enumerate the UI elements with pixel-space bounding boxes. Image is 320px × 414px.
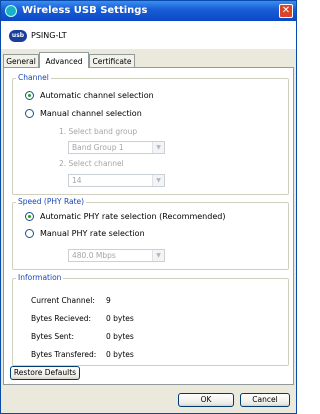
tab-advanced[interactable]: Advanced xyxy=(39,52,89,68)
title-bar[interactable]: Wireless USB Settings ✕ xyxy=(1,1,296,21)
chevron-down-icon: ▼ xyxy=(152,175,164,186)
band-group-dropdown[interactable]: Band Group 1 ▼ xyxy=(68,141,165,154)
info-value: 9 xyxy=(106,296,111,305)
manual-channel-radio[interactable]: Manual channel selection xyxy=(25,109,142,118)
info-value: 0 bytes xyxy=(106,332,134,341)
radio-unselected-icon xyxy=(25,109,34,118)
tab-general[interactable]: General xyxy=(3,54,39,67)
info-value: 0 bytes xyxy=(106,314,134,323)
info-key: Bytes Sent: xyxy=(31,332,75,341)
window-title: Wireless USB Settings xyxy=(22,5,148,16)
chevron-down-icon: ▼ xyxy=(152,142,164,153)
info-key: Current Channel: xyxy=(31,296,95,305)
auto-channel-label: Automatic channel selection xyxy=(40,91,154,100)
channel-select-label: 2. Select channel xyxy=(59,159,124,168)
radio-unselected-icon xyxy=(25,229,34,238)
band-group-value: Band Group 1 xyxy=(72,143,124,152)
information-group: Information Current Channel: 9 Bytes Rec… xyxy=(12,273,289,366)
info-value: 0 bytes xyxy=(106,350,134,359)
manual-phy-rate-label: Manual PHY rate selection xyxy=(40,229,145,238)
dialog-footer: OK Cancel xyxy=(1,385,296,413)
auto-phy-rate-label: Automatic PHY rate selection (Recommende… xyxy=(40,212,226,221)
channel-group: Channel Automatic channel selection Manu… xyxy=(12,73,289,195)
speed-group: Speed (PHY Rate) Automatic PHY rate sele… xyxy=(12,197,289,270)
close-icon[interactable]: ✕ xyxy=(279,4,293,18)
manual-channel-label: Manual channel selection xyxy=(40,109,142,118)
info-row-current-channel: Current Channel: 9 xyxy=(31,296,111,305)
info-row-bytes-transferred: Bytes Transfered: 0 bytes xyxy=(31,350,134,359)
wireless-usb-icon xyxy=(5,5,17,17)
manual-phy-rate-radio[interactable]: Manual PHY rate selection xyxy=(25,229,145,238)
phy-rate-value: 480.0 Mbps xyxy=(72,251,116,260)
information-group-label: Information xyxy=(16,273,64,282)
info-row-bytes-sent: Bytes Sent: 0 bytes xyxy=(31,332,134,341)
usb-logo-icon: usb xyxy=(9,30,27,42)
channel-group-label: Channel xyxy=(16,73,51,82)
speed-group-label: Speed (PHY Rate) xyxy=(16,197,87,206)
restore-defaults-button[interactable]: Restore Defaults xyxy=(10,366,80,380)
auto-phy-rate-radio[interactable]: Automatic PHY rate selection (Recommende… xyxy=(25,212,225,221)
chevron-down-icon: ▼ xyxy=(152,250,164,261)
band-group-label: 1. Select band group xyxy=(59,127,138,136)
cancel-button[interactable]: Cancel xyxy=(240,393,290,407)
device-name: PSING-LT xyxy=(31,31,67,40)
channel-dropdown[interactable]: 14 ▼ xyxy=(68,174,165,187)
phy-rate-dropdown[interactable]: 480.0 Mbps ▼ xyxy=(68,249,165,262)
tab-certificate[interactable]: Certificate xyxy=(89,54,135,67)
settings-window: Wireless USB Settings ✕ usb PSING-LT Gen… xyxy=(0,0,297,414)
radio-selected-icon xyxy=(25,91,34,100)
channel-value: 14 xyxy=(72,176,82,185)
radio-selected-icon xyxy=(25,212,34,221)
info-key: Bytes Transfered: xyxy=(31,350,97,359)
auto-channel-radio[interactable]: Automatic channel selection xyxy=(25,91,154,100)
info-row-bytes-received: Bytes Recieved: 0 bytes xyxy=(31,314,134,323)
advanced-panel: Channel Automatic channel selection Manu… xyxy=(3,67,294,385)
info-key: Bytes Recieved: xyxy=(31,314,92,323)
ok-button[interactable]: OK xyxy=(178,393,234,407)
device-header: usb PSING-LT xyxy=(1,21,296,49)
